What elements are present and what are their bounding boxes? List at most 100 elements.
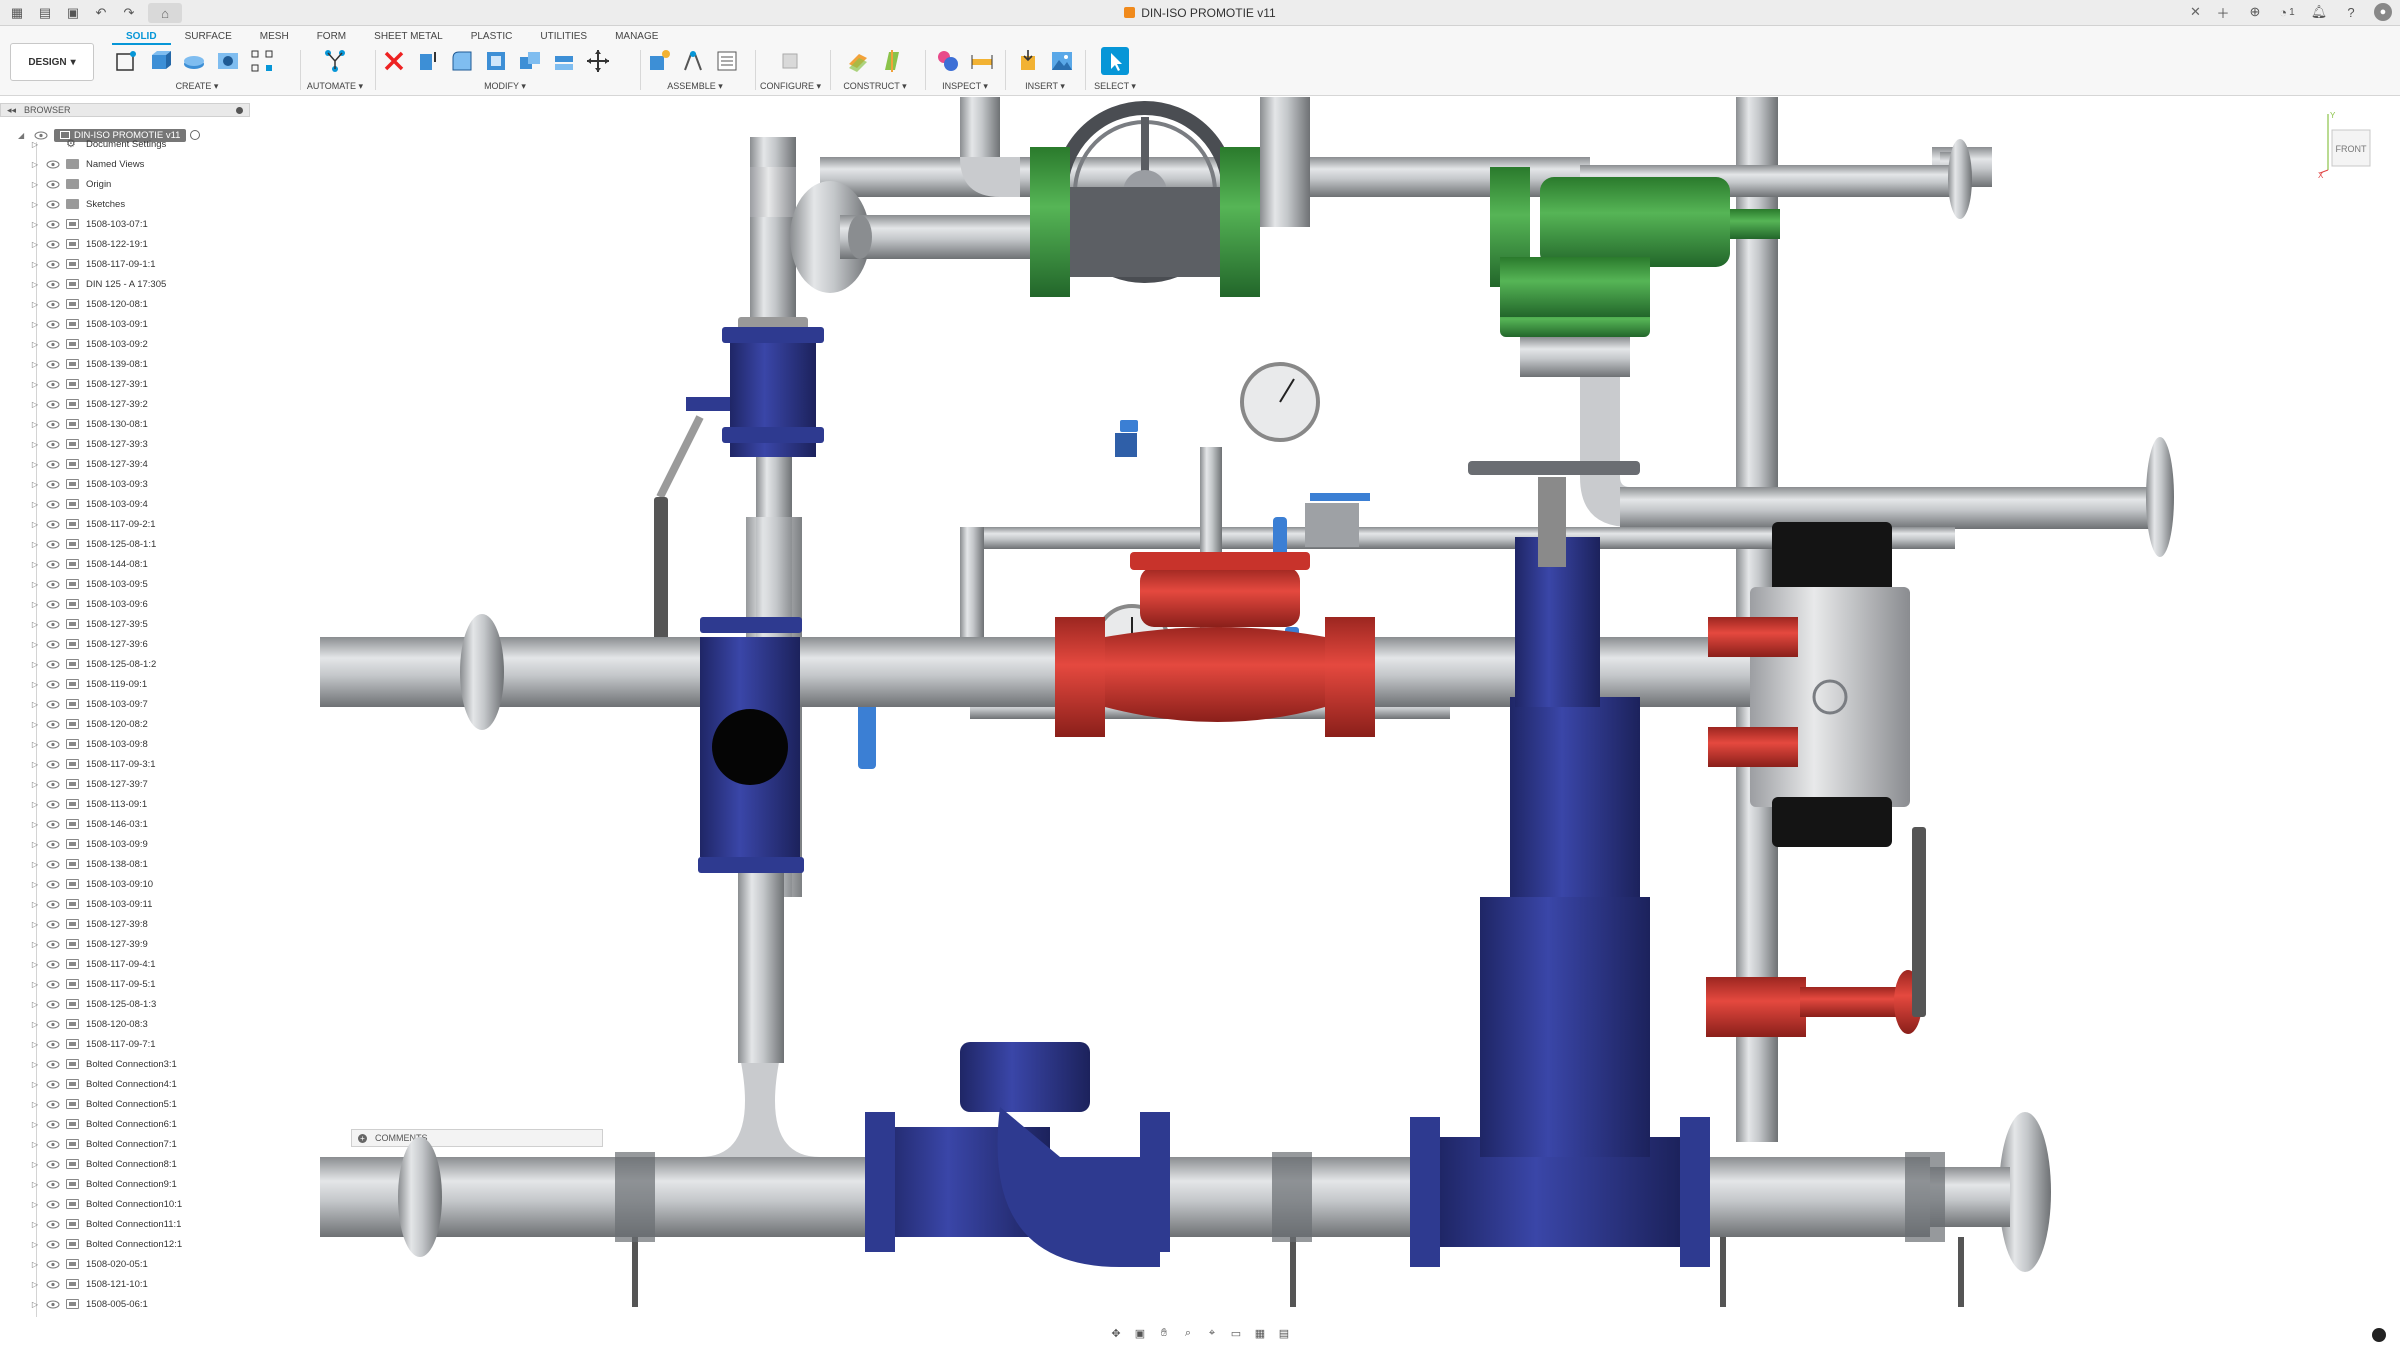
- browser-item[interactable]: ▷ Sketches: [0, 195, 125, 213]
- browser-item[interactable]: ▷ 1508-103-09:1: [0, 315, 148, 333]
- eye-icon[interactable]: [46, 1300, 60, 1309]
- expand-arrow-icon[interactable]: ▷: [30, 1180, 40, 1189]
- eye-icon[interactable]: [46, 1040, 60, 1049]
- extrude-icon[interactable]: [146, 47, 174, 75]
- eye-icon[interactable]: [46, 180, 60, 189]
- expand-arrow-icon[interactable]: ▷: [30, 240, 40, 249]
- expand-arrow-icon[interactable]: ▷: [30, 340, 40, 349]
- eye-icon[interactable]: [46, 760, 60, 769]
- expand-arrow-icon[interactable]: ▷: [30, 520, 40, 529]
- tab-plastic[interactable]: PLASTIC: [457, 29, 527, 45]
- expand-arrow-icon[interactable]: ▷: [30, 440, 40, 449]
- expand-arrow-icon[interactable]: ▷: [30, 160, 40, 169]
- eye-icon[interactable]: [46, 160, 60, 169]
- browser-item[interactable]: ▷ 1508-127-39:6: [0, 635, 148, 653]
- workspace-switcher[interactable]: DESIGN ▾: [10, 43, 94, 81]
- expand-arrow-icon[interactable]: ▷: [30, 460, 40, 469]
- browser-item[interactable]: ▷ Bolted Connection7:1: [0, 1135, 177, 1153]
- job-status-icon[interactable]: ◔ 1: [2278, 3, 2296, 21]
- eye-icon[interactable]: [46, 1160, 60, 1169]
- browser-item[interactable]: ▷ Named Views: [0, 155, 145, 173]
- configure-icon[interactable]: [776, 47, 804, 75]
- revolve-icon[interactable]: [180, 47, 208, 75]
- delete-icon[interactable]: [380, 47, 408, 75]
- eye-icon[interactable]: [46, 1000, 60, 1009]
- eye-icon[interactable]: [46, 800, 60, 809]
- automate-icon[interactable]: [321, 47, 349, 75]
- notifications-icon[interactable]: 🔔︎: [2310, 3, 2328, 21]
- expand-arrow-icon[interactable]: ▷: [30, 1140, 40, 1149]
- construct-menu[interactable]: CONSTRUCT ▾: [835, 81, 915, 92]
- expand-arrow-icon[interactable]: ▷: [30, 1220, 40, 1229]
- red-butterfly-valve[interactable]: [1708, 617, 1798, 657]
- eye-icon[interactable]: [46, 1020, 60, 1029]
- eye-icon[interactable]: [46, 540, 60, 549]
- eye-icon[interactable]: [46, 1260, 60, 1269]
- valve-lever-left[interactable]: [654, 497, 668, 657]
- expand-arrow-icon[interactable]: ▷: [30, 740, 40, 749]
- bom-icon[interactable]: [713, 47, 741, 75]
- eye-icon[interactable]: [46, 340, 60, 349]
- eye-icon[interactable]: [46, 720, 60, 729]
- expand-arrow-icon[interactable]: ▷: [30, 480, 40, 489]
- expand-arrow-icon[interactable]: ▷: [30, 300, 40, 309]
- browser-item[interactable]: ▷ 1508-127-39:1: [0, 375, 148, 393]
- browser-item[interactable]: ▷ 1508-130-08:1: [0, 415, 148, 433]
- browser-item[interactable]: ▷ 1508-020-05:1: [0, 1255, 148, 1273]
- browser-item[interactable]: ▷ 1508-127-39:8: [0, 915, 148, 933]
- valve-lever-right[interactable]: [1912, 827, 1926, 1017]
- pin-icon[interactable]: [236, 107, 243, 114]
- appearance-icon[interactable]: [934, 47, 962, 75]
- configure-menu[interactable]: CONFIGURE ▾: [760, 81, 821, 92]
- tab-utilities[interactable]: UTILITIES: [526, 29, 601, 45]
- eye-icon[interactable]: [46, 1280, 60, 1289]
- expand-arrow-icon[interactable]: ▷: [30, 1240, 40, 1249]
- expand-arrow-icon[interactable]: ▷: [30, 1260, 40, 1269]
- expand-arrow-icon[interactable]: ▷: [30, 200, 40, 209]
- browser-item[interactable]: ▷ 1508-117-09-1:1: [0, 255, 156, 273]
- browser-item[interactable]: ▷ 1508-113-09:1: [0, 795, 147, 813]
- eye-icon[interactable]: [46, 660, 60, 669]
- browser-item[interactable]: ▷ Bolted Connection9:1: [0, 1175, 177, 1193]
- assemble-menu[interactable]: ASSEMBLE ▾: [645, 81, 745, 92]
- browser-item[interactable]: ▷ 1508-125-08-1:2: [0, 655, 156, 673]
- pan-icon[interactable]: ✋︎: [1156, 1327, 1172, 1341]
- eye-icon[interactable]: [46, 320, 60, 329]
- browser-item[interactable]: ▷ 1508-103-09:9: [0, 835, 148, 853]
- eye-icon[interactable]: [46, 1080, 60, 1089]
- tab-manage[interactable]: MANAGE: [601, 29, 672, 45]
- browser-item[interactable]: ▷ 1508-103-09:10: [0, 875, 153, 893]
- browser-item[interactable]: ▷ 1508-144-08:1: [0, 555, 148, 573]
- browser-item[interactable]: ▷ Bolted Connection5:1: [0, 1095, 177, 1113]
- expand-arrow-icon[interactable]: ▷: [30, 420, 40, 429]
- eye-icon[interactable]: [46, 1120, 60, 1129]
- eye-icon[interactable]: [46, 580, 60, 589]
- expand-arrow-icon[interactable]: ▷: [30, 180, 40, 189]
- expand-arrow-icon[interactable]: ▷: [30, 900, 40, 909]
- eye-icon[interactable]: [46, 880, 60, 889]
- browser-item[interactable]: ▷ 1508-103-09:5: [0, 575, 148, 593]
- browser-item[interactable]: ▷ 1508-125-08-1:1: [0, 535, 156, 553]
- expand-arrow-icon[interactable]: ▷: [30, 840, 40, 849]
- browser-item[interactable]: ▷ Origin: [0, 175, 111, 193]
- new-component-icon[interactable]: [645, 47, 673, 75]
- model-viewport[interactable]: [260, 97, 2400, 1327]
- eye-icon[interactable]: [46, 680, 60, 689]
- offset-plane-icon[interactable]: [844, 47, 872, 75]
- browser-item[interactable]: ▷ 1508-120-08:3: [0, 1015, 148, 1033]
- eye-icon[interactable]: [46, 1180, 60, 1189]
- browser-item[interactable]: ▷ 1508-125-08-1:3: [0, 995, 156, 1013]
- browser-item[interactable]: ▷ 1508-103-09:3: [0, 475, 148, 493]
- browser-item[interactable]: ▷ 1508-117-09-4:1: [0, 955, 156, 973]
- expand-arrow-icon[interactable]: ▷: [30, 540, 40, 549]
- expand-arrow-icon[interactable]: ▷: [30, 580, 40, 589]
- browser-item[interactable]: ▷ 1508-120-08:2: [0, 715, 148, 733]
- expand-arrow-icon[interactable]: ▷: [30, 860, 40, 869]
- expand-arrow-icon[interactable]: ▷: [30, 1280, 40, 1289]
- red-check-valve[interactable]: [1105, 627, 1325, 722]
- browser-item[interactable]: ▷ 1508-127-39:2: [0, 395, 148, 413]
- browser-item[interactable]: ▷ Bolted Connection12:1: [0, 1235, 182, 1253]
- insert-derive-icon[interactable]: [1014, 47, 1042, 75]
- eye-icon[interactable]: [46, 600, 60, 609]
- measure-icon[interactable]: [968, 47, 996, 75]
